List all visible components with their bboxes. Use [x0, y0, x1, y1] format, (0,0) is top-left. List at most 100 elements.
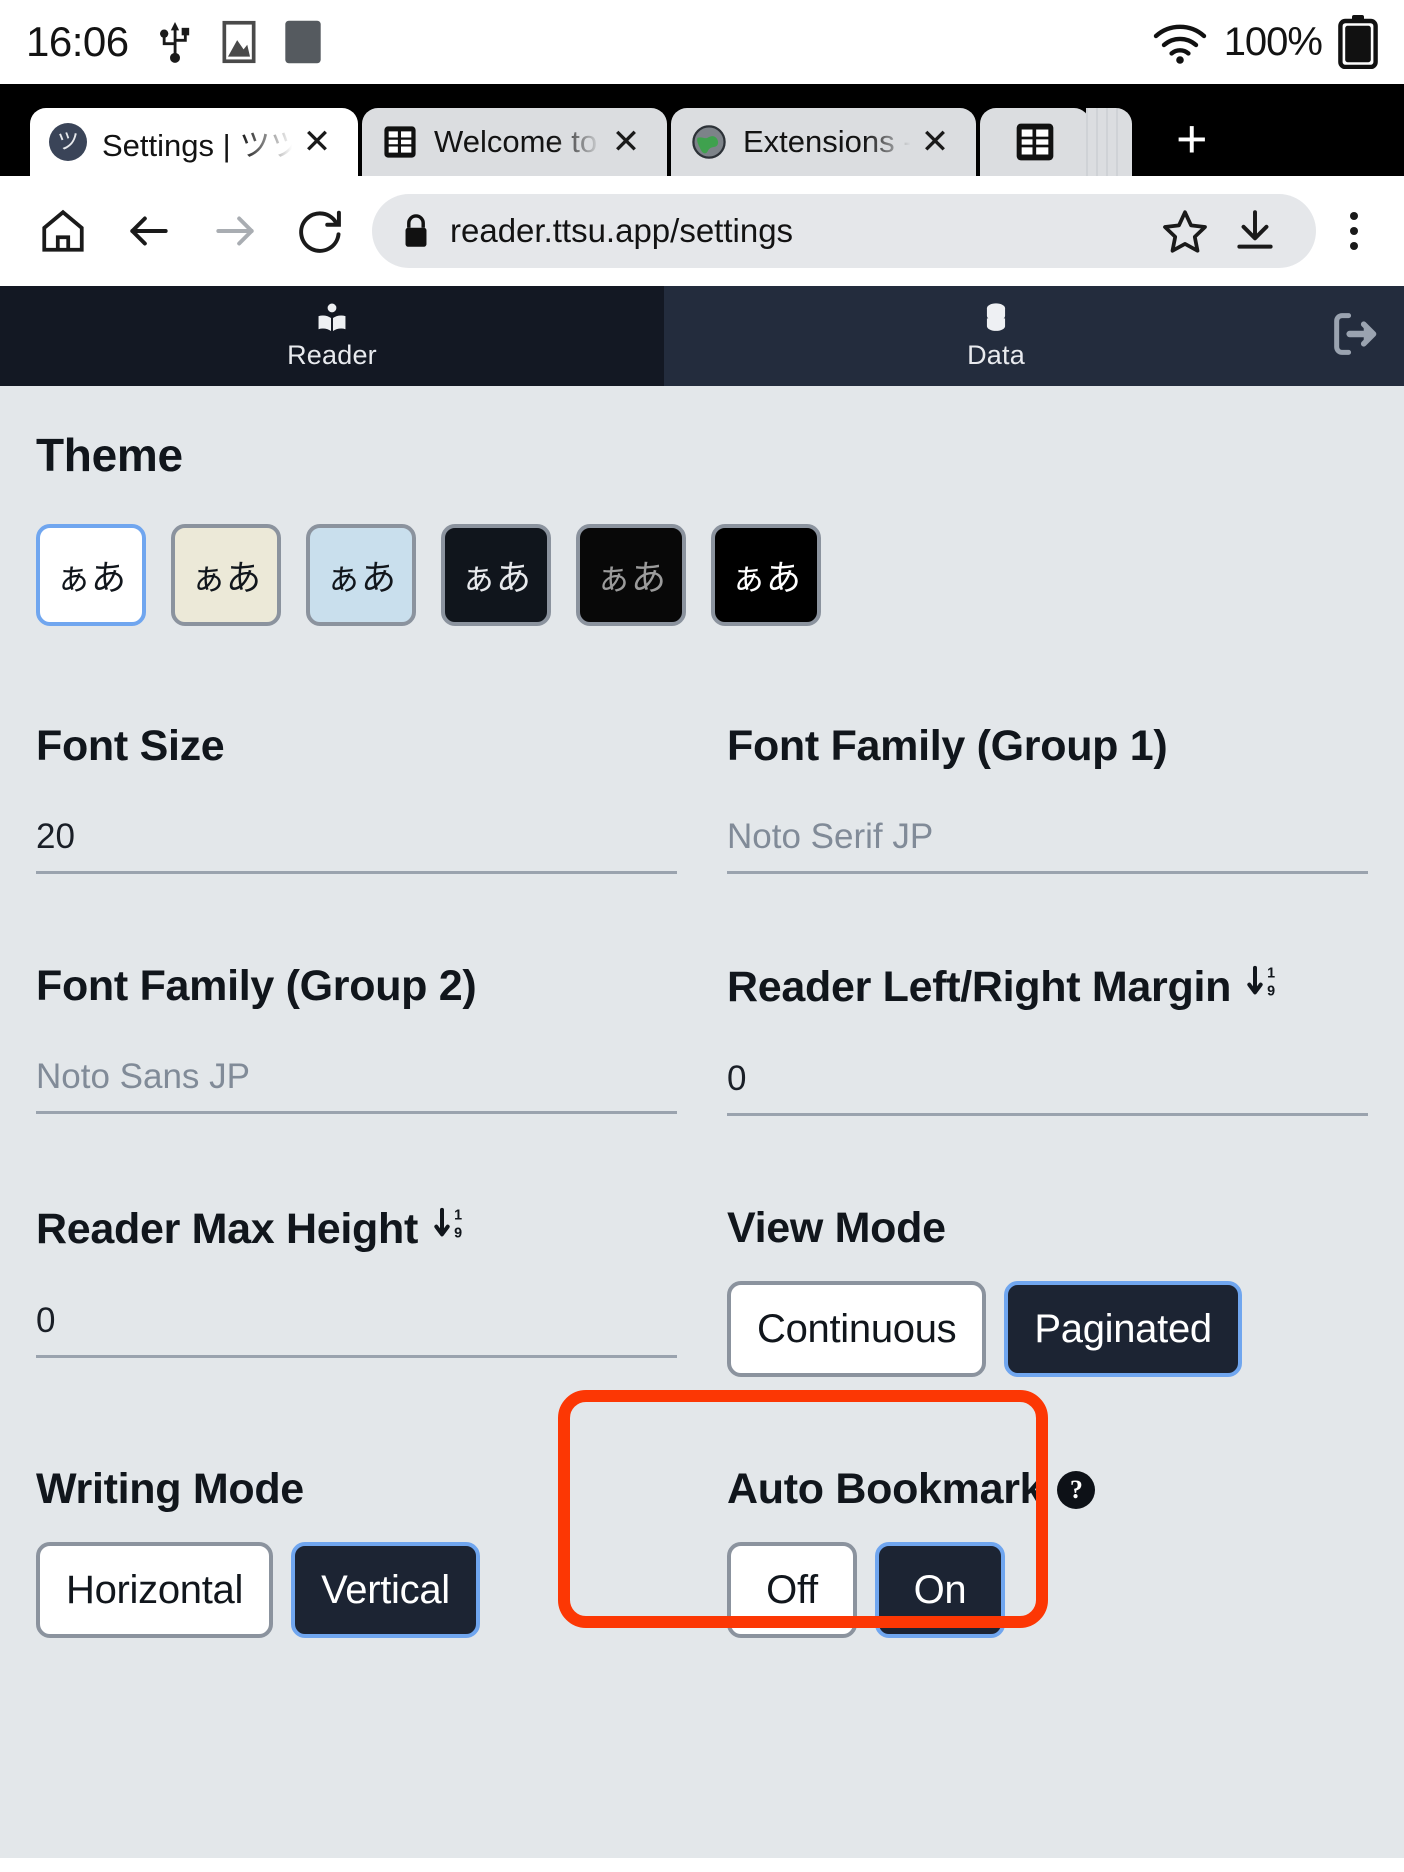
svg-text:1: 1 — [454, 1208, 462, 1224]
theme-swatch-sample: ぁあ — [190, 558, 261, 599]
theme-swatch-light-white[interactable]: ぁあ — [36, 524, 146, 626]
star-icon[interactable] — [1150, 206, 1220, 256]
new-tab-button[interactable]: + — [1176, 112, 1208, 176]
font-family-1-input[interactable]: Noto Serif JP — [727, 817, 1368, 874]
left-right-margin-label: Reader Left/Right Margin 1 9 — [727, 962, 1368, 1013]
home-icon[interactable] — [22, 190, 104, 272]
svg-text:9: 9 — [1267, 983, 1275, 999]
overflow-menu-icon[interactable] — [1326, 212, 1382, 250]
browser-tab-title: Settings | ツツ E — [102, 127, 294, 163]
writing-mode-field: Writing Mode Horizontal Vertical — [36, 1465, 677, 1638]
battery-icon — [1338, 15, 1378, 69]
auto-bookmark-field: Auto Bookmark ? Off On — [727, 1465, 1368, 1638]
svg-text:1: 1 — [1267, 966, 1275, 982]
browser-tab-1[interactable]: Welcome to Yom ✕ — [362, 108, 667, 176]
left-right-margin-field: Reader Left/Right Margin 1 9 0 — [727, 962, 1368, 1116]
font-size-value: 20 — [36, 817, 75, 856]
auto-bookmark-options: Off On — [727, 1542, 1368, 1638]
tab-close-icon[interactable]: ✕ — [294, 119, 340, 165]
font-family-2-field: Font Family (Group 2) Noto Sans JP — [36, 962, 677, 1116]
theme-swatch-light-blue[interactable]: ぁあ — [306, 524, 416, 626]
max-height-label-text: Reader Max Height — [36, 1205, 419, 1253]
auto-bookmark-label-text: Auto Bookmark — [727, 1465, 1044, 1513]
nav-tab-label: Reader — [287, 339, 377, 370]
nav-tab-label: Data — [967, 339, 1025, 370]
theme-swatch-dark-navy[interactable]: ぁあ — [441, 524, 551, 626]
theme-swatch-sample: ぁあ — [595, 558, 666, 599]
status-right-icons: 100% — [1152, 15, 1378, 69]
status-clock: 16:06 — [26, 18, 129, 65]
globe-favicon — [689, 122, 729, 162]
theme-swatch-sample: ぁあ — [460, 558, 531, 599]
writing-mode-options: Horizontal Vertical — [36, 1542, 677, 1638]
font-size-field: Font Size 20 — [36, 722, 677, 874]
question-mark-icon[interactable]: ? — [1057, 1470, 1096, 1509]
max-height-value: 0 — [36, 1301, 56, 1340]
max-height-label: Reader Max Height 1 9 — [36, 1204, 677, 1255]
nav-tab-data[interactable]: Data — [664, 286, 1328, 386]
theme-swatch-row: ぁあ ぁあ ぁあ ぁあ ぁあ ぁあ — [36, 524, 1368, 626]
theme-swatch-pure-black[interactable]: ぁあ — [711, 524, 821, 626]
theme-section-title: Theme — [36, 429, 183, 481]
svg-text:9: 9 — [454, 1225, 462, 1241]
theme-swatch-sample: ぁあ — [55, 558, 126, 599]
status-left-icons — [155, 19, 323, 65]
font-size-input[interactable]: 20 — [36, 817, 677, 874]
view-mode-field: View Mode Continuous Paginated — [727, 1204, 1368, 1377]
tab-close-icon[interactable]: ✕ — [603, 119, 649, 165]
usb-icon — [155, 20, 195, 64]
font-family-2-input[interactable]: Noto Sans JP — [36, 1057, 677, 1114]
grid-icon — [1016, 123, 1054, 161]
writing-mode-option-vertical[interactable]: Vertical — [291, 1542, 480, 1638]
logout-button[interactable] — [1328, 286, 1404, 386]
font-family-1-label: Font Family (Group 1) — [727, 722, 1168, 770]
writing-mode-option-horizontal[interactable]: Horizontal — [36, 1542, 274, 1638]
auto-bookmark-option-on[interactable]: On — [875, 1542, 1005, 1638]
url-text: reader.ttsu.app/settings — [450, 212, 794, 249]
download-icon[interactable] — [1220, 206, 1290, 256]
settings-page: Theme ぁあ ぁあ ぁあ ぁあ ぁあ ぁあ Font Size 20 Font Fam… — [0, 386, 1404, 1858]
tab-close-icon[interactable]: ✕ — [912, 119, 958, 165]
auto-bookmark-label: Auto Bookmark ? — [727, 1465, 1368, 1514]
ttsu-favicon: ツ — [48, 122, 88, 162]
tab-stack-button[interactable] — [980, 108, 1132, 176]
square-icon — [283, 19, 323, 65]
forward-arrow-icon — [194, 190, 276, 272]
back-arrow-icon[interactable] — [108, 190, 190, 272]
theme-swatch-sepia-cream[interactable]: ぁあ — [171, 524, 281, 626]
theme-swatch-sample: ぁあ — [325, 558, 396, 599]
battery-percent-label: 100% — [1223, 19, 1323, 64]
font-size-label: Font Size — [36, 722, 225, 770]
grid-favicon — [380, 122, 420, 162]
browser-tab-0[interactable]: ツ Settings | ツツ E ✕ — [30, 108, 358, 176]
left-right-margin-label-text: Reader Left/Right Margin — [727, 963, 1232, 1011]
view-mode-option-paginated[interactable]: Paginated — [1004, 1281, 1242, 1377]
theme-swatch-dark-dim[interactable]: ぁあ — [576, 524, 686, 626]
browser-tab-strip: ツ Settings | ツツ E ✕ Welcome to Yom ✕ — [0, 84, 1404, 176]
view-mode-label: View Mode — [727, 1204, 946, 1252]
image-icon — [217, 20, 261, 64]
sort-numeric-down-icon: 1 9 — [432, 1204, 472, 1255]
left-right-margin-value: 0 — [727, 1059, 747, 1098]
max-height-field: Reader Max Height 1 9 0 — [36, 1204, 677, 1377]
app-navigation-bar: Reader Data — [0, 286, 1404, 386]
view-mode-option-continuous[interactable]: Continuous — [727, 1281, 987, 1377]
book-reader-icon — [315, 302, 349, 336]
reload-icon[interactable] — [280, 190, 362, 272]
nav-tab-reader[interactable]: Reader — [0, 286, 664, 386]
url-bar[interactable]: reader.ttsu.app/settings — [372, 194, 1316, 268]
browser-tab-2[interactable]: Extensions - Yom ✕ — [671, 108, 976, 176]
browser-toolbar: reader.ttsu.app/settings — [0, 176, 1404, 286]
browser-tab-title: Extensions - Yom — [743, 124, 912, 159]
wifi-icon — [1152, 19, 1208, 65]
database-icon — [981, 302, 1011, 336]
font-family-2-label: Font Family (Group 2) — [36, 962, 477, 1010]
view-mode-options: Continuous Paginated — [727, 1281, 1368, 1377]
logout-icon — [1328, 308, 1380, 365]
left-right-margin-input[interactable]: 0 — [727, 1059, 1368, 1116]
lock-icon — [398, 213, 434, 249]
auto-bookmark-option-off[interactable]: Off — [727, 1542, 857, 1638]
max-height-input[interactable]: 0 — [36, 1301, 677, 1358]
font-family-1-field: Font Family (Group 1) Noto Serif JP — [727, 722, 1368, 874]
font-family-1-value: Noto Serif JP — [727, 817, 934, 856]
